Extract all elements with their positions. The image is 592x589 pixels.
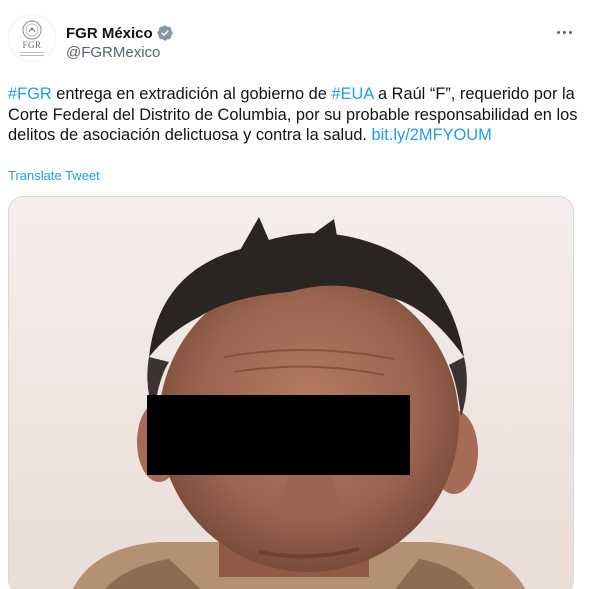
more-dot bbox=[562, 30, 566, 34]
photo-of-man-with-censored-eyes-icon bbox=[9, 197, 573, 589]
more-dots-icon bbox=[556, 30, 560, 34]
author-display-name[interactable]: FGR México bbox=[66, 25, 153, 42]
hashtag-link[interactable]: #FGR bbox=[8, 85, 52, 103]
avatar-logo-text: FGR bbox=[22, 40, 42, 50]
author-handle[interactable]: @FGRMexico bbox=[66, 44, 160, 61]
translate-tweet-link[interactable]: Translate Tweet bbox=[8, 168, 100, 183]
url-link[interactable]: bit.ly/2MFYOUM bbox=[372, 126, 492, 144]
verified-badge-icon[interactable] bbox=[156, 24, 174, 42]
more-options-button[interactable] bbox=[553, 21, 575, 43]
avatar-logo-lines bbox=[20, 52, 44, 58]
mexico-seal-icon bbox=[22, 20, 42, 40]
tweet-text: #FGR entrega en extradición al gobierno … bbox=[8, 84, 586, 146]
more-dot bbox=[568, 30, 572, 34]
tweet-text-span: entrega en extradición al gobierno de bbox=[51, 85, 332, 103]
tweet[interactable]: FGR FGR México @FGRMexico #FGR entrega e… bbox=[0, 0, 592, 589]
avatar[interactable]: FGR bbox=[8, 14, 56, 62]
author-name-row: FGR México bbox=[66, 24, 174, 42]
hashtag-link[interactable]: #EUA bbox=[331, 85, 373, 103]
tweet-media-image[interactable] bbox=[8, 196, 574, 589]
